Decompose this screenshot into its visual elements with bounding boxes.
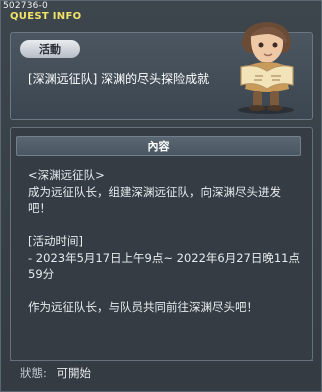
quest-id: 502736-0 bbox=[3, 1, 48, 11]
npc-portrait-icon bbox=[238, 22, 294, 114]
quest-name: [深渊远征队] 深渊的尽头探险成就 bbox=[28, 72, 210, 86]
description-line: 成为远征队长，组建深渊远征队，向深渊尽头进发 bbox=[28, 184, 281, 199]
description-line bbox=[28, 283, 306, 300]
description-line: 作为远征队长，与队员共同前往深渊尽头吧！ bbox=[28, 300, 258, 314]
description-line: 59分 bbox=[28, 267, 55, 281]
description-line: 吧！ bbox=[28, 201, 51, 215]
description-line: [活动时间] bbox=[28, 234, 83, 248]
content-tab: 內容 bbox=[16, 136, 301, 156]
quest-info-window: 502736-0 QUEST INFO 活動 [深渊远征队] 深渊的尽头探险成就… bbox=[0, 0, 322, 392]
window-title: QUEST INFO bbox=[10, 11, 82, 22]
description-line bbox=[28, 217, 306, 234]
status-divider bbox=[10, 360, 313, 361]
description-line: - 2023年5月17日上午9点~ 2022年6月27日晚11点 bbox=[28, 250, 300, 265]
status-label: 狀態: bbox=[20, 366, 47, 380]
description-line: <深渊远征队> bbox=[28, 168, 105, 182]
status-row: 狀態: 可開始 bbox=[20, 365, 91, 381]
quest-description: <深渊远征队> 成为远征队长，组建深渊远征队，向深渊尽头进发 吧！ [活动时间]… bbox=[28, 167, 306, 316]
event-badge: 活動 bbox=[20, 40, 80, 58]
status-value: 可開始 bbox=[56, 366, 92, 380]
